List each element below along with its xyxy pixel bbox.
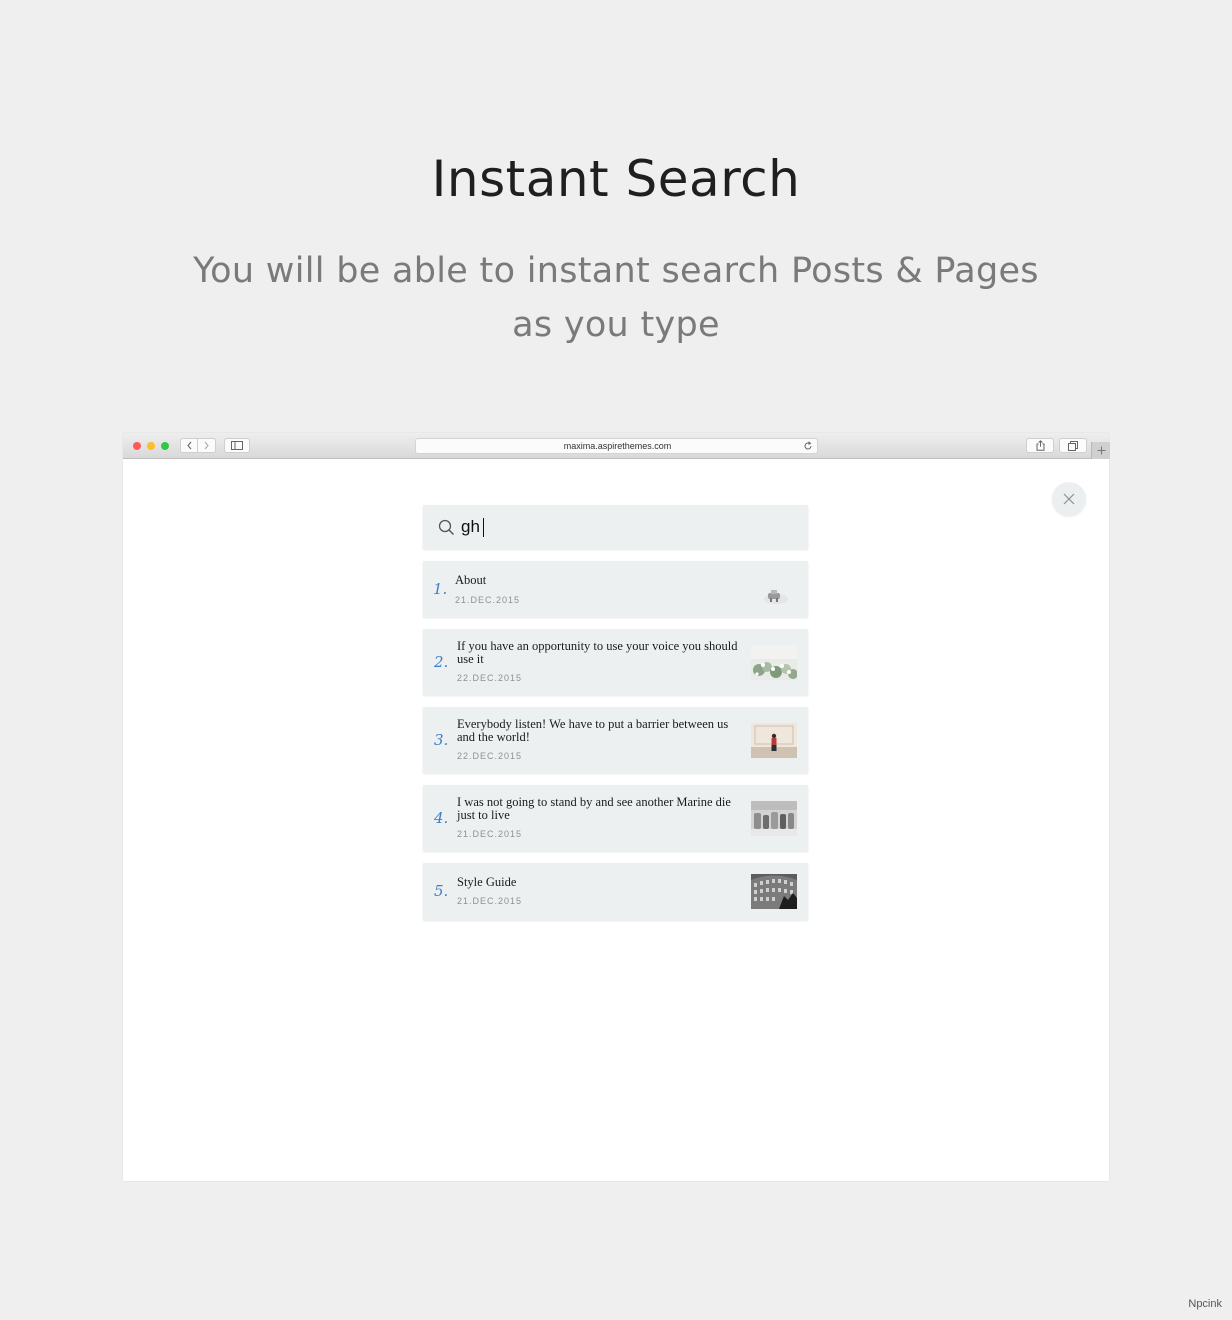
result-thumbnail-flowers — [751, 645, 797, 680]
search-results: 1. About 21.DEC.2015 2. If you have an o… — [423, 561, 808, 932]
result-item-opportunity[interactable]: 2. If you have an opportunity to use you… — [423, 629, 808, 695]
address-bar[interactable]: maxima.aspirethemes.com — [415, 438, 818, 454]
browser-window: maxima.aspirethemes.com 1. About 21.DEC.… — [123, 433, 1110, 1181]
result-title: Style Guide — [457, 875, 517, 889]
result-number: 3. — [434, 731, 449, 749]
result-item-style-guide[interactable]: 5. Style Guide 21.DEC.2015 — [423, 863, 808, 920]
result-number: 5. — [434, 882, 449, 900]
sidebar-icon — [231, 441, 243, 450]
result-item-about[interactable]: 1. About 21.DEC.2015 — [423, 561, 808, 617]
close-search-button[interactable] — [1052, 482, 1086, 516]
watermark: Npcink — [1188, 1298, 1222, 1310]
share-button[interactable] — [1026, 438, 1054, 453]
sidebar-toggle-button[interactable] — [224, 438, 250, 453]
thumbnail-image — [751, 572, 797, 607]
result-title: If you have an opportunity to use your v… — [457, 639, 738, 666]
result-number: 2. — [434, 653, 449, 671]
show-tabs-button[interactable] — [1059, 438, 1087, 453]
result-thumbnail-bottles — [751, 801, 797, 836]
share-icon — [1036, 440, 1044, 451]
forward-button[interactable] — [198, 438, 216, 453]
chevron-left-icon — [186, 441, 191, 450]
thumbnail-image — [751, 723, 797, 758]
tabs-icon — [1068, 440, 1078, 451]
result-date: 22.DEC.2015 — [457, 751, 523, 761]
result-thumbnail-person — [751, 723, 797, 758]
page-title: Instant Search — [431, 150, 801, 208]
thumbnail-image — [751, 801, 797, 836]
result-number: 4. — [434, 809, 449, 827]
result-title: Everybody listen! We have to put a barri… — [457, 717, 729, 744]
result-date: 22.DEC.2015 — [457, 673, 523, 683]
result-item-marine[interactable]: 4. I was not going to stand by and see a… — [423, 785, 808, 851]
result-number: 1. — [433, 580, 448, 598]
result-date: 21.DEC.2015 — [457, 829, 523, 839]
address-url: maxima.aspirethemes.com — [563, 441, 672, 451]
result-thumbnail-building — [751, 874, 797, 909]
search-box[interactable] — [423, 505, 808, 549]
text-cursor — [483, 518, 484, 537]
reload-icon[interactable] — [803, 441, 813, 451]
page-subtitle: You will be able to instant search Posts… — [193, 251, 1039, 345]
window-maximize-button[interactable] — [161, 442, 169, 450]
thumbnail-image — [751, 874, 797, 909]
back-button[interactable] — [180, 438, 198, 453]
result-title: I was not going to stand by and see anot… — [457, 795, 731, 822]
new-tab-button[interactable] — [1091, 442, 1110, 459]
plus-icon — [1097, 446, 1105, 455]
chevron-right-icon — [204, 441, 209, 450]
close-icon — [1063, 493, 1075, 505]
result-title: About — [455, 573, 487, 587]
window-close-button[interactable] — [133, 442, 141, 450]
result-thumbnail-about — [751, 572, 797, 607]
window-minimize-button[interactable] — [147, 442, 155, 450]
search-input[interactable] — [461, 515, 781, 539]
search-icon — [438, 519, 454, 535]
thumbnail-image — [751, 645, 797, 680]
result-date: 21.DEC.2015 — [455, 595, 521, 605]
result-item-barrier[interactable]: 3. Everybody listen! We have to put a ba… — [423, 707, 808, 773]
browser-toolbar: maxima.aspirethemes.com — [123, 433, 1110, 459]
result-date: 21.DEC.2015 — [457, 896, 523, 906]
